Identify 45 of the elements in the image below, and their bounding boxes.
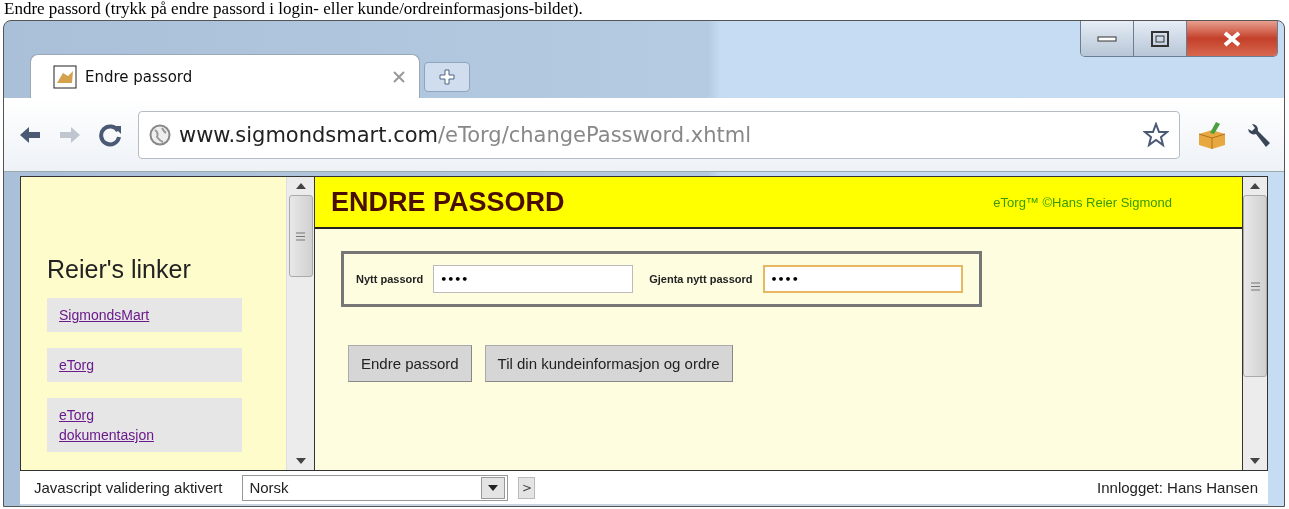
language-select[interactable]: Norsk: [242, 474, 509, 501]
reload-icon[interactable]: [98, 122, 122, 147]
sidebar-link[interactable]: eTorg: [59, 355, 95, 375]
field-label: Nytt passord: [356, 273, 424, 285]
validation-status: Javascript validering aktivert: [34, 479, 223, 496]
grip-icon: [296, 231, 305, 241]
scroll-thumb[interactable]: [288, 195, 313, 277]
scrollbar[interactable]: [286, 177, 315, 470]
close-icon[interactable]: [393, 70, 405, 83]
maximize-button[interactable]: [1134, 21, 1187, 56]
login-status: Innlogget: Hans Hansen: [1097, 479, 1258, 496]
close-icon: [1223, 30, 1241, 47]
browser-tab[interactable]: Endre passord: [30, 54, 420, 98]
sidebar-link[interactable]: eTorg dokumentasjon: [59, 405, 189, 445]
plus-icon: [439, 69, 455, 85]
sidebar-link[interactable]: SigmondsMart: [59, 305, 150, 325]
address-bar[interactable]: www.sigmondsmart.com/eTorg/changePassword.xhtml: [138, 110, 1180, 159]
minimize-button[interactable]: [1081, 21, 1134, 56]
scroll-up-icon[interactable]: [295, 183, 306, 189]
dropdown-icon: [488, 484, 499, 491]
scroll-up-icon[interactable]: [1250, 183, 1260, 189]
scroll-down-icon[interactable]: [295, 458, 306, 464]
caption-text: Endre passord (trykk på endre passord i login- eller kunde/ordreinformasjons-bildet).: [3, 0, 584, 20]
scrollbar[interactable]: [1242, 177, 1267, 470]
form-button[interactable]: Endre passord: [348, 345, 472, 382]
minimize-icon: [1097, 35, 1117, 42]
field-label: Gjenta nytt passord: [649, 273, 753, 285]
back-icon[interactable]: [18, 124, 42, 145]
favicon-icon: [53, 64, 77, 89]
password-field[interactable]: ••••: [433, 265, 634, 293]
scroll-thumb[interactable]: [1243, 195, 1267, 377]
star-icon[interactable]: [1143, 121, 1169, 148]
scroll-down-icon[interactable]: [1250, 458, 1260, 464]
next-button[interactable]: >: [518, 476, 536, 499]
globe-icon: [149, 123, 171, 146]
grip-icon: [1250, 281, 1260, 291]
copyright-text: eTorg™ ©Hans Reier Sigmond: [993, 194, 1172, 210]
form-button[interactable]: Til din kundeinformasjon og ordre: [484, 345, 733, 382]
new-tab-button[interactable]: [424, 62, 470, 92]
password-field[interactable]: ••••: [762, 265, 963, 293]
close-button[interactable]: [1187, 21, 1277, 56]
page-title: ENDRE PASSORD: [331, 186, 565, 218]
box-icon[interactable]: [1196, 119, 1228, 150]
sidebar-title: Reier's linker: [47, 255, 191, 284]
maximize-icon: [1151, 30, 1169, 47]
